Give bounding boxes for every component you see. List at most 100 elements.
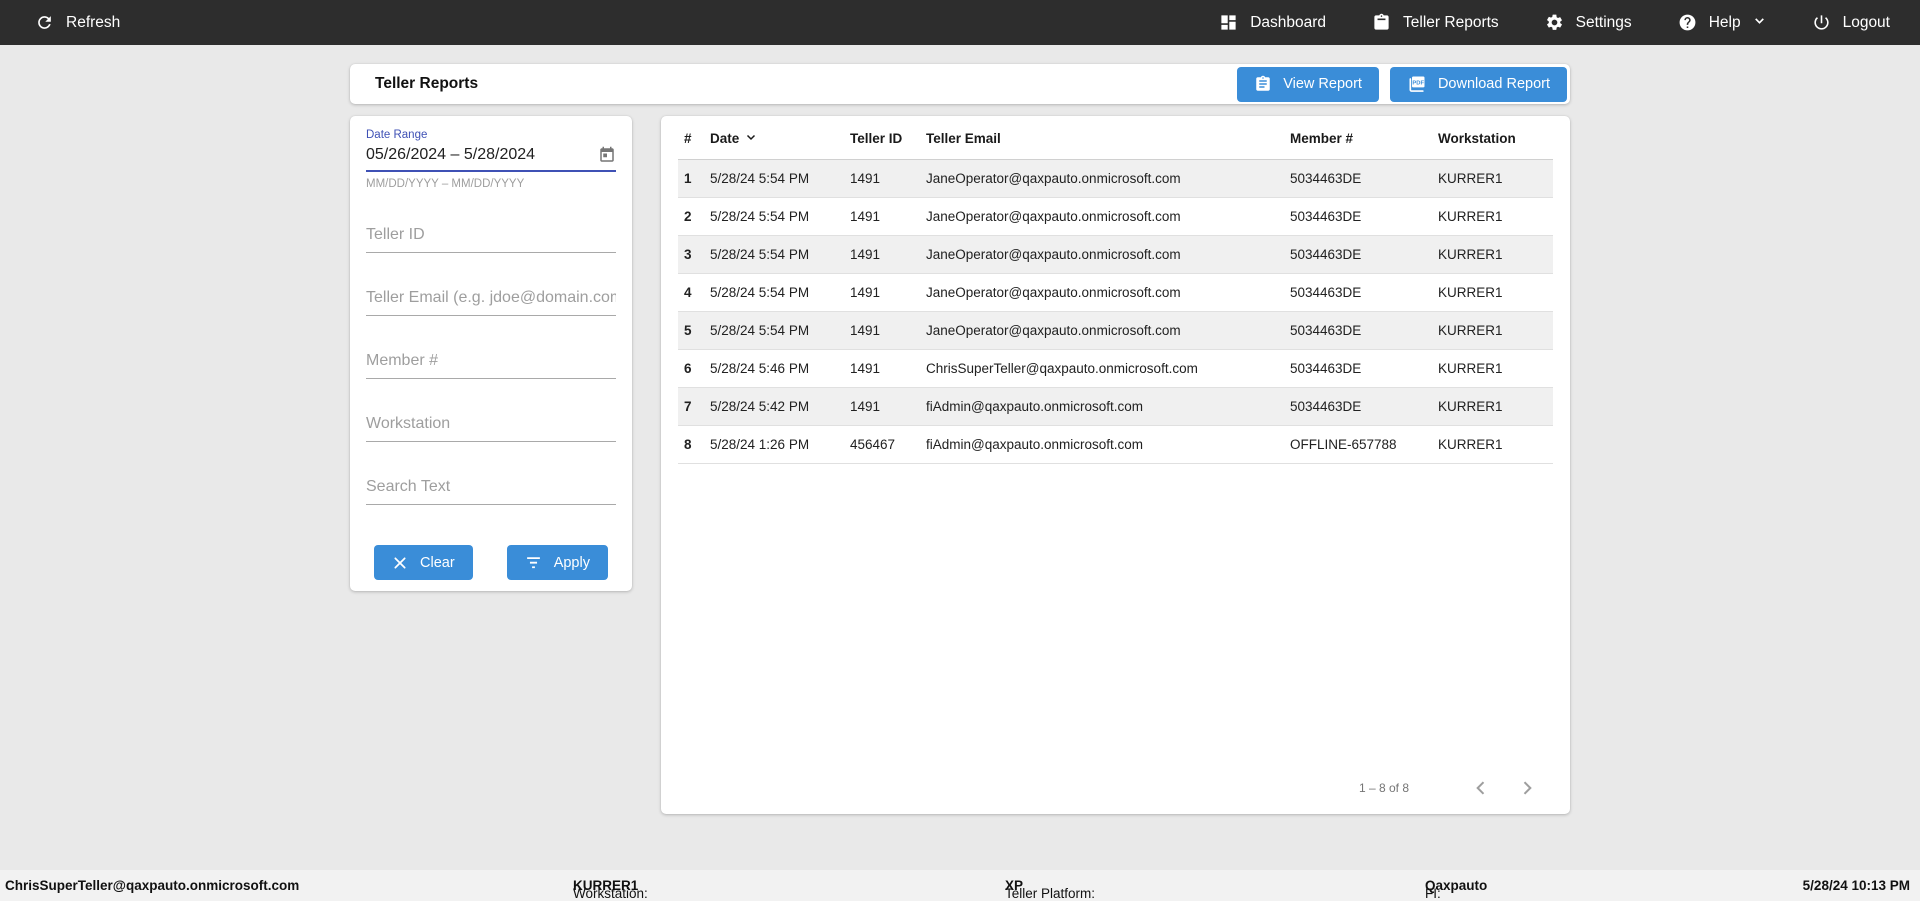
view-report-label: View Report: [1283, 76, 1362, 92]
table-cell: JaneOperator@qaxpauto.onmicrosoft.com: [920, 273, 1284, 312]
date-range-helper: MM/DD/YYYY – MM/DD/YYYY: [366, 178, 525, 190]
nav-settings[interactable]: Settings: [1545, 13, 1632, 32]
footer-user-email: ChrisSuperTeller@qaxpauto.onmicrosoft.co…: [5, 878, 300, 893]
table-cell: KURRER1: [1432, 159, 1553, 198]
teller-email-input[interactable]: [366, 283, 616, 316]
sort-desc-icon: [745, 131, 757, 146]
col-header-teller-id[interactable]: Teller ID: [844, 116, 920, 160]
date-range-label: Date Range: [366, 129, 428, 141]
table-cell: 5034463DE: [1284, 387, 1432, 426]
nav-logout[interactable]: Logout: [1812, 13, 1890, 32]
table-row[interactable]: 3 5/28/24 5:54 PM 1491 JaneOperator@qaxpaut…: [678, 235, 1553, 274]
table-cell: JaneOperator@qaxpauto.onmicrosoft.com: [920, 311, 1284, 350]
table-cell: ChrisSuperTeller@qaxpauto.onmicrosoft.co…: [920, 349, 1284, 388]
table-cell: 3: [678, 235, 704, 274]
close-icon: [392, 555, 408, 571]
table-cell: JaneOperator@qaxpauto.onmicrosoft.com: [920, 159, 1284, 198]
filter-panel: Date Range MM/DD/YYYY – MM/DD/YYYY Clear: [350, 116, 632, 591]
search-text-input[interactable]: [366, 472, 616, 505]
table-body: 1 5/28/24 5:54 PM 1491 JaneOperator@qaxpaut…: [678, 159, 1553, 464]
pagination-range-label: 1 – 8 of 8: [1358, 781, 1409, 795]
apply-button[interactable]: Apply: [506, 545, 608, 580]
clipboard-icon: [1372, 13, 1391, 32]
table-cell: 5/28/24 5:54 PM: [704, 235, 844, 274]
top-navbar: Refresh Dashboard Teller Reports Setting…: [0, 0, 1920, 45]
gear-icon: [1545, 13, 1564, 32]
clear-label: Clear: [420, 554, 455, 571]
page-header-bar: Teller Reports View Report PDF Download …: [350, 64, 1570, 104]
table-row[interactable]: 7 5/28/24 5:42 PM 1491 fiAdmin@qaxpauto.onm…: [678, 387, 1553, 426]
table-row[interactable]: 2 5/28/24 5:54 PM 1491 JaneOperator@qaxpaut…: [678, 197, 1553, 236]
table-cell: 1491: [844, 197, 920, 236]
dashboard-icon: [1219, 13, 1238, 32]
table-cell: 5/28/24 5:54 PM: [704, 197, 844, 236]
table-cell: 1: [678, 159, 704, 198]
table-cell: 6: [678, 349, 704, 388]
table-row[interactable]: 4 5/28/24 5:54 PM 1491 JaneOperator@qaxpaut…: [678, 273, 1553, 312]
nav-settings-label: Settings: [1575, 13, 1632, 31]
table-cell: KURRER1: [1432, 425, 1553, 464]
table-cell: 456467: [844, 425, 920, 464]
teller-id-input[interactable]: [366, 220, 616, 253]
table-cell: 5034463DE: [1284, 197, 1432, 236]
teller-email-field-wrap: [366, 283, 616, 316]
date-range-field: [366, 143, 616, 172]
table-cell: 1491: [844, 159, 920, 198]
table-row[interactable]: 8 5/28/24 1:26 PM 456467 fiAdmin@qaxpauto.o…: [678, 425, 1553, 464]
nav-help[interactable]: Help: [1678, 13, 1766, 32]
filter-icon: [525, 554, 542, 571]
footer-teller-platform: Teller Platform: XP: [1005, 878, 1096, 901]
help-icon: [1678, 13, 1697, 32]
table-cell: 1491: [844, 273, 920, 312]
download-report-button[interactable]: PDF Download Report: [1389, 66, 1567, 102]
table-cell: 1491: [844, 387, 920, 426]
footer-workstation: Workstation: KURRER1: [573, 878, 648, 901]
svg-text:PDF: PDF: [1412, 80, 1424, 86]
page-title: Teller Reports: [375, 75, 479, 92]
col-header-member[interactable]: Member #: [1284, 116, 1432, 160]
table-cell: 5034463DE: [1284, 311, 1432, 350]
table-cell: 5034463DE: [1284, 235, 1432, 274]
nav-teller-reports[interactable]: Teller Reports: [1372, 13, 1499, 32]
table-cell: fiAdmin@qaxpauto.onmicrosoft.com: [920, 387, 1284, 426]
refresh-button[interactable]: Refresh: [35, 13, 120, 32]
search-text-field-wrap: [366, 472, 616, 505]
refresh-icon: [35, 13, 54, 32]
table-cell: KURRER1: [1432, 387, 1553, 426]
table-cell: JaneOperator@qaxpauto.onmicrosoft.com: [920, 197, 1284, 236]
table-cell: 5/28/24 5:54 PM: [704, 311, 844, 350]
workstation-field-wrap: [366, 409, 616, 442]
table-header-row: # Date Teller ID Teller Email Member # W…: [678, 116, 1553, 160]
table-row[interactable]: 1 5/28/24 5:54 PM 1491 JaneOperator@qaxpaut…: [678, 159, 1553, 198]
nav-help-label: Help: [1708, 13, 1741, 31]
col-header-date-label: Date: [710, 131, 740, 146]
col-header-workstation[interactable]: Workstation: [1432, 116, 1553, 160]
next-page-button[interactable]: [1517, 778, 1537, 798]
power-icon: [1812, 13, 1831, 32]
member-number-input[interactable]: [366, 346, 616, 379]
workstation-input[interactable]: [366, 409, 616, 442]
table-cell: KURRER1: [1432, 235, 1553, 274]
paginator: 1 – 8 of 8: [1359, 778, 1537, 798]
clipboard-icon: [1254, 75, 1272, 93]
col-header-teller-email[interactable]: Teller Email: [920, 116, 1284, 160]
table-cell: KURRER1: [1432, 311, 1553, 350]
table-row[interactable]: 6 5/28/24 5:46 PM 1491 ChrisSuperTeller@qax…: [678, 349, 1553, 388]
table-cell: 5/28/24 5:54 PM: [704, 273, 844, 312]
table-row[interactable]: 5 5/28/24 5:54 PM 1491 JaneOperator@qaxpaut…: [678, 311, 1553, 350]
member-field-wrap: [366, 346, 616, 379]
view-report-button[interactable]: View Report: [1237, 66, 1379, 102]
date-range-input[interactable]: [366, 146, 598, 164]
table-cell: 5034463DE: [1284, 159, 1432, 198]
table-cell: 2: [678, 197, 704, 236]
clear-button[interactable]: Clear: [374, 545, 473, 580]
footer-datetime: 5/28/24 10:13 PM: [1802, 878, 1910, 893]
nav-logout-label: Logout: [1842, 13, 1890, 31]
col-header-num[interactable]: #: [678, 116, 704, 160]
report-table-panel: # Date Teller ID Teller Email Member # W…: [661, 116, 1570, 814]
nav-dashboard[interactable]: Dashboard: [1219, 13, 1326, 32]
previous-page-button[interactable]: [1471, 778, 1491, 798]
calendar-icon[interactable]: [598, 146, 616, 164]
table-cell: 5/28/24 5:54 PM: [704, 159, 844, 198]
col-header-date[interactable]: Date: [704, 116, 844, 160]
